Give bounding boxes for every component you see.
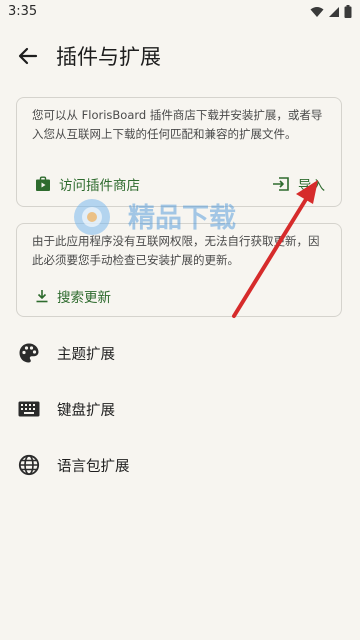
shop-icon (36, 176, 50, 191)
list-item-label: 主题扩展 (57, 346, 115, 363)
keyboard-icon (17, 397, 41, 421)
back-button[interactable] (14, 42, 42, 70)
import-icon (273, 177, 289, 191)
download-icon (36, 290, 48, 303)
app-bar: 插件与扩展 (0, 32, 360, 80)
status-time: 3:35 (8, 4, 38, 19)
visit-store-label: 访问插件商店 (59, 178, 140, 194)
signal-icon (329, 6, 339, 17)
update-card-description: 由于此应用程序没有互联网权限，无法自行获取更新，因此必须要您手动检查已安装扩展的… (32, 234, 320, 267)
list-item-theme-extensions[interactable]: 主题扩展 (0, 331, 360, 375)
wifi-icon (310, 6, 324, 17)
arrow-back-icon (18, 47, 38, 65)
plugin-store-card: 您可以从 FlorisBoard 插件商店下载并安装扩展，或者导入您从互联网上下… (16, 97, 342, 207)
store-card-description: 您可以从 FlorisBoard 插件商店下载并安装扩展，或者导入您从互联网上下… (32, 108, 323, 141)
status-bar: 3:35 (0, 0, 360, 24)
palette-icon (17, 341, 41, 365)
list-item-label: 语言包扩展 (57, 458, 130, 475)
search-updates-button[interactable]: 搜索更新 (35, 286, 111, 306)
search-updates-label: 搜索更新 (57, 290, 111, 306)
list-item-keyboard-extensions[interactable]: 键盘扩展 (0, 387, 360, 431)
visit-store-button[interactable]: 访问插件商店 (35, 174, 140, 194)
status-icons (310, 5, 352, 18)
list-item-label: 键盘扩展 (57, 402, 115, 419)
import-label: 导入 (298, 178, 325, 194)
page-title: 插件与扩展 (56, 45, 161, 69)
list-item-language-pack-extensions[interactable]: 语言包扩展 (0, 443, 360, 487)
annotation-arrow (232, 180, 318, 318)
globe-icon (17, 453, 41, 477)
update-card: 由于此应用程序没有互联网权限，无法自行获取更新，因此必须要您手动检查已安装扩展的… (16, 223, 342, 317)
battery-icon (344, 5, 352, 18)
import-button[interactable]: 导入 (272, 174, 325, 194)
